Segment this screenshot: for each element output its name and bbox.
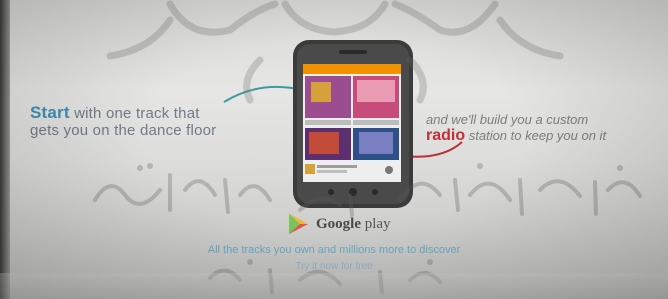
photo: Start with one track that gets you on th… [0,0,668,299]
left-line2: gets you on the dance floor [30,122,217,139]
cta-text: Try it now for free [295,261,373,272]
photo-bottom-edge [0,273,668,299]
right-line1: and we'll build you a custom [426,112,589,127]
google-play-logo: Google play [286,212,391,236]
google-play-wordmark: Google play [316,215,391,232]
left-headline: Start with one track that gets you on th… [30,104,290,139]
tagline: All the tracks you own and millions more… [207,244,461,256]
play-triangle-icon [289,214,308,234]
right-line2: station to keep you on it [465,128,607,143]
start-word: Start [30,103,70,122]
phone-icon [293,40,413,208]
left-line1: with one track that [69,105,200,122]
